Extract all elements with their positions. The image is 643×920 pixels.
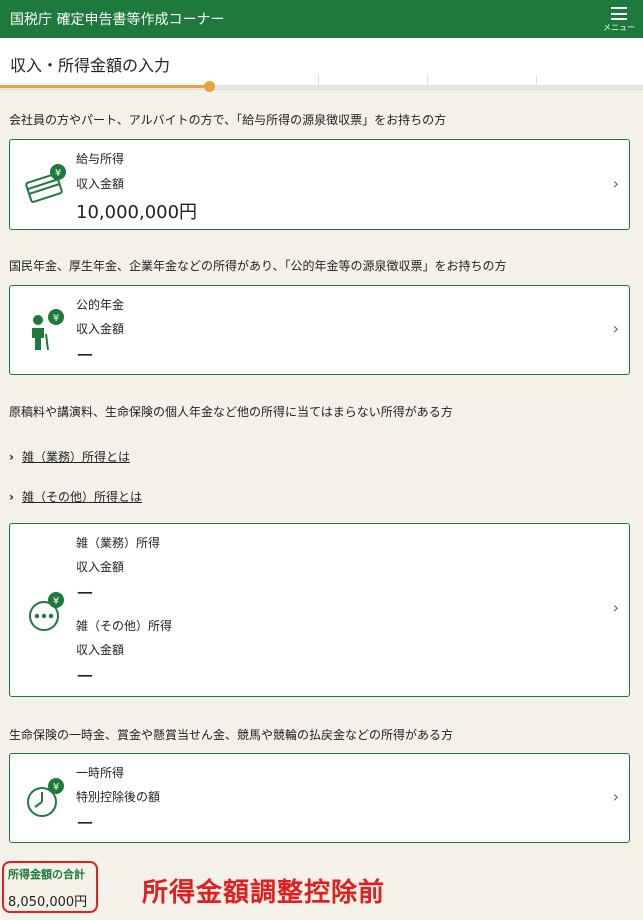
- amount-label: 特別控除後の額: [76, 790, 161, 804]
- amount-value: ー: [76, 814, 94, 835]
- amount-value: ー: [76, 667, 94, 688]
- amount-value: 10,000,000円: [76, 202, 198, 223]
- card-title: 給与所得: [76, 152, 125, 166]
- chevron-right-icon: ›: [9, 450, 14, 464]
- progress-bar: [0, 75, 643, 92]
- misc-income-card[interactable]: ¥ 雑（業務）所得 収入金額 ー 雑（その他）所得 収入金額 ー ›: [9, 523, 630, 697]
- svg-text:¥: ¥: [53, 313, 59, 324]
- chevron-right-icon: ›: [612, 174, 619, 193]
- hamburger-icon: [611, 7, 627, 20]
- app-header: 国税庁 確定申告書等作成コーナー メニュー: [0, 0, 643, 38]
- progress-marker: [204, 81, 215, 92]
- card-title: 公的年金: [76, 298, 125, 312]
- link-text[interactable]: 雑（業務）所得とは: [22, 450, 130, 464]
- amount-label: 収入金額: [76, 177, 125, 191]
- card-title: 雑（業務）所得: [76, 536, 161, 550]
- chevron-right-icon: ›: [9, 490, 14, 504]
- page-header: 収入・所得金額の入力: [0, 38, 643, 92]
- misc-description: 原稿料や講演料、生命保険の個人年金など他の所得に当てはまらない所得がある方: [9, 405, 453, 419]
- amount-label: 収入金額: [76, 643, 125, 657]
- progress-step-divider: [318, 75, 319, 85]
- link-text[interactable]: 雑（その他）所得とは: [22, 490, 142, 504]
- progress-step-divider: [427, 75, 428, 85]
- amount-value: ー: [76, 346, 94, 367]
- misc-other-info-link[interactable]: › 雑（その他）所得とは: [9, 488, 142, 505]
- chevron-right-icon: ›: [612, 787, 619, 806]
- misc-business-info-link[interactable]: › 雑（業務）所得とは: [9, 448, 130, 465]
- svg-text:¥: ¥: [53, 782, 59, 793]
- salary-income-card[interactable]: ¥ 給与所得 収入金額 10,000,000円 ›: [9, 139, 630, 230]
- more-dots-icon: ¥: [29, 592, 64, 631]
- card-title: 雑（その他）所得: [76, 619, 173, 633]
- pension-description: 国民年金、厚生年金、企業年金などの所得があり、「公的年金等の源泉徴収票」をお持ち…: [9, 259, 507, 273]
- amount-label: 収入金額: [76, 322, 125, 336]
- chevron-right-icon: ›: [612, 319, 619, 338]
- pension-income-card[interactable]: ¥ 公的年金 収入金額 ー ›: [9, 285, 630, 375]
- svg-text:¥: ¥: [55, 168, 61, 179]
- page-title: 収入・所得金額の入力: [10, 56, 171, 75]
- annotation-text: 所得金額調整控除前: [142, 878, 386, 908]
- svg-text:¥: ¥: [53, 596, 59, 607]
- elderly-person-icon: ¥: [32, 309, 64, 351]
- amount-label: 収入金額: [76, 560, 125, 574]
- total-label: 所得金額の合計: [8, 868, 85, 881]
- progress-fill: [0, 85, 210, 88]
- menu-label: メニュー: [603, 23, 635, 32]
- progress-step-divider: [536, 75, 537, 85]
- temporary-description: 生命保険の一時金、賞金や懸賞当せん金、競馬や競輪の払戻金などの所得がある方: [9, 728, 454, 742]
- app-title: 国税庁 確定申告書等作成コーナー: [10, 12, 225, 28]
- chevron-right-icon: ›: [612, 598, 619, 617]
- temporary-income-card[interactable]: ¥ 一時所得 特別控除後の額 ー ›: [9, 753, 630, 843]
- total-value: 8,050,000円: [8, 895, 88, 910]
- menu-button[interactable]: メニュー: [603, 5, 635, 33]
- salary-description: 会社員の方やパート、アルバイトの方で、「給与所得の源泉徴収票」をお持ちの方: [9, 113, 447, 127]
- salary-card-icon: ¥: [25, 164, 66, 203]
- amount-value: ー: [76, 584, 94, 605]
- card-title: 一時所得: [76, 766, 125, 780]
- clock-icon: ¥: [27, 778, 64, 817]
